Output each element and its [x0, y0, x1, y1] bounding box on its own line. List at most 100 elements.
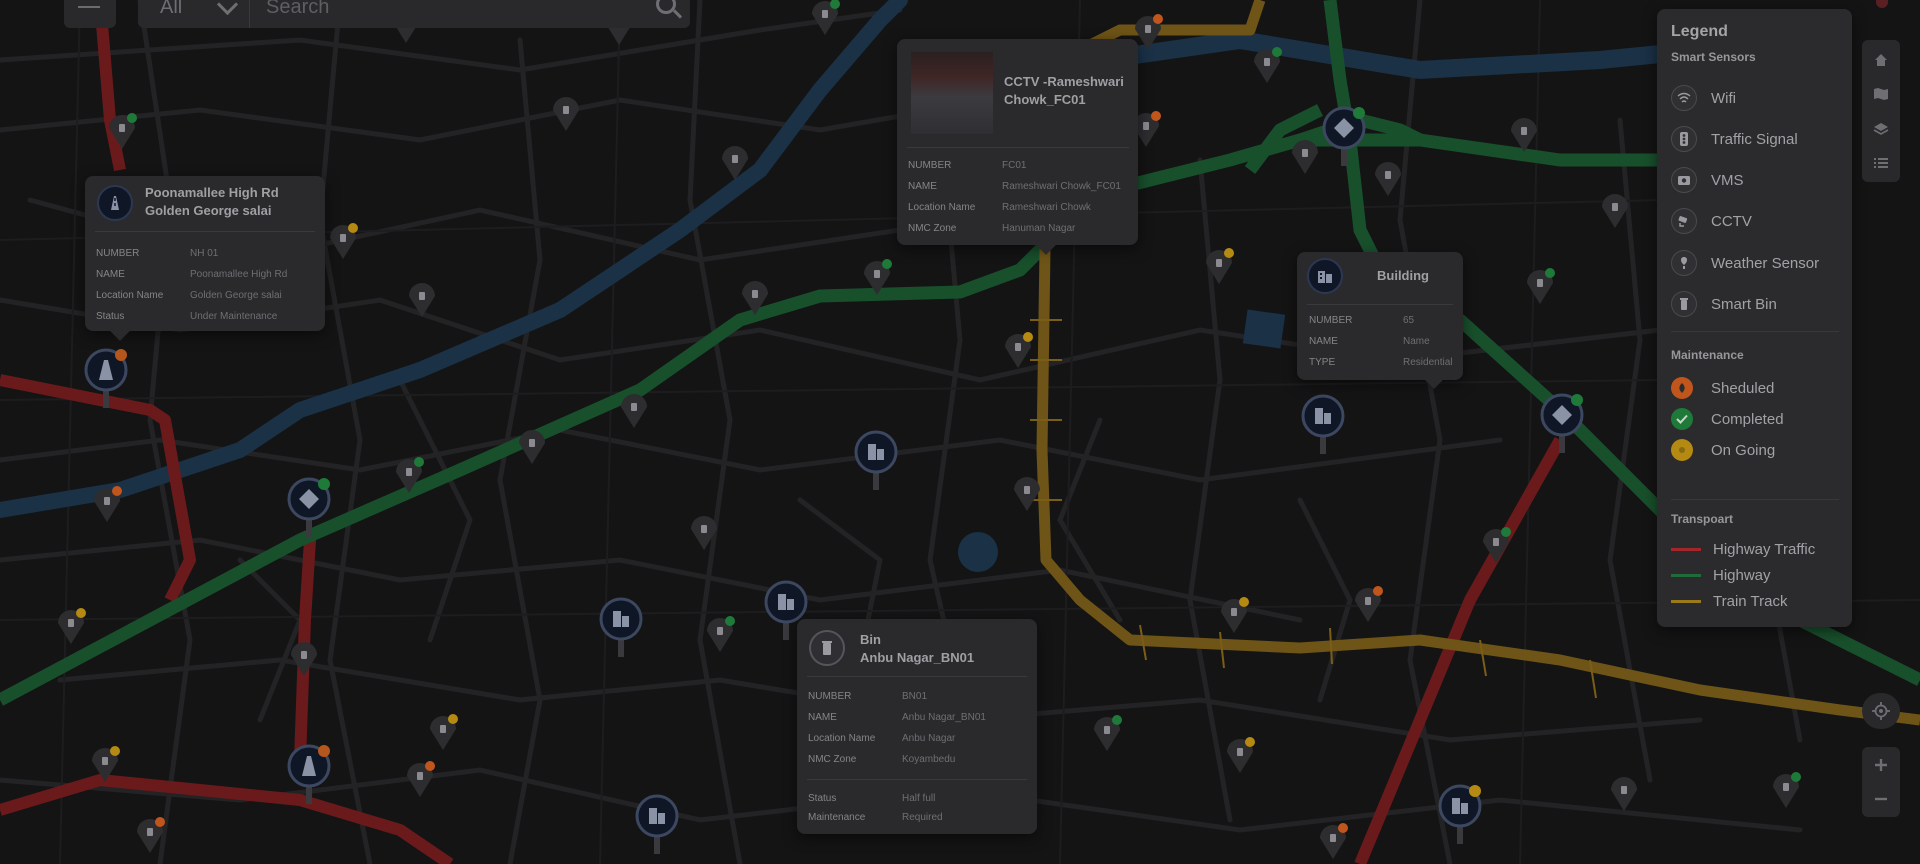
map-icon [1874, 88, 1888, 100]
smart-bin-icon [809, 630, 845, 666]
legend-item-ongoing[interactable]: On Going [1671, 439, 1775, 461]
map-legend: Legend Smart Sensors Wifi Traffic Signal… [1657, 9, 1852, 627]
scheduled-status-icon [1671, 377, 1693, 399]
highway-number-label: NUMBER [96, 248, 140, 259]
bin-status-value: Half full [902, 793, 936, 804]
bin-number-label: NUMBER [808, 691, 852, 702]
legend-item-vms[interactable]: VMS [1671, 167, 1744, 193]
highway-popup-title-line2: Golden George salai [145, 203, 272, 218]
bin-location-value: Anbu Nagar [902, 733, 956, 744]
building-number-value: 65 [1403, 315, 1415, 326]
highway-name-label: NAME [96, 269, 125, 280]
legend-scheduled-label: Sheduled [1711, 379, 1775, 397]
bin-popup: Bin Anbu Nagar_BN01 NUMBER BN01 NAME Anbu … [797, 619, 1037, 834]
zoom-out-button[interactable] [1862, 782, 1900, 816]
traffic-signal-icon [1671, 126, 1697, 152]
legend-smart-bin-label: Smart Bin [1711, 295, 1777, 313]
locate-me-button[interactable] [1862, 693, 1900, 729]
legend-item-scheduled[interactable]: Sheduled [1671, 377, 1774, 399]
legend-item-weather-sensor[interactable]: Weather Sensor [1671, 250, 1819, 276]
building-type-value: Residential [1403, 357, 1453, 368]
home-icon [1875, 54, 1887, 66]
legend-weather-sensor-label: Weather Sensor [1711, 254, 1820, 272]
map-toolbar [1862, 40, 1900, 182]
map-view-button[interactable] [1869, 82, 1893, 106]
cctv-popup-title-line1: CCTV -Rameshwari [1004, 74, 1124, 89]
layers-button[interactable] [1869, 117, 1893, 141]
building-popup-title: Building [1377, 268, 1429, 283]
bin-maintenance-value: Required [902, 812, 943, 823]
legend-completed-label: Completed [1711, 410, 1784, 428]
bin-popup-title-line2: Anbu Nagar_BN01 [860, 650, 975, 665]
cctv-icon [1671, 208, 1697, 234]
legend-vms-label: VMS [1711, 171, 1744, 189]
search-bar: All [138, 0, 690, 29]
cctv-number-label: NUMBER [908, 160, 952, 171]
legend-item-smart-bin[interactable]: Smart Bin [1671, 291, 1777, 317]
building-name-value: Name [1403, 336, 1430, 347]
bin-zone-label: NMC Zone [808, 754, 857, 765]
legend-item-completed[interactable]: Completed [1671, 408, 1784, 430]
zoom-controls [1862, 747, 1900, 817]
highway-location-label: Location Name [96, 290, 164, 301]
highway-name-value: Poonamallee High Rd [190, 269, 288, 280]
highway-status-label: Status [96, 311, 125, 322]
wifi-icon [1671, 85, 1697, 111]
search-icon[interactable] [656, 0, 676, 14]
legend-cctv-label: CCTV [1711, 212, 1752, 230]
cctv-location-value: Rameshwari Chowk [1002, 202, 1091, 213]
highway-popup-title-line1: Poonamallee High Rd [145, 185, 279, 200]
legend-item-traffic-signal[interactable]: Traffic Signal [1671, 126, 1798, 152]
cctv-zone-value: Hanuman Nagar [1002, 223, 1076, 234]
building-icon [1307, 258, 1343, 294]
highway-number-value: NH 01 [190, 248, 219, 259]
bin-location-label: Location Name [808, 733, 876, 744]
legend-item-cctv[interactable]: CCTV [1671, 208, 1752, 234]
cctv-zone-label: NMC Zone [908, 223, 957, 234]
bin-number-value: BN01 [902, 691, 928, 702]
building-type-label: TYPE [1309, 357, 1336, 368]
legend-train-track-label: Train Track [1713, 593, 1788, 610]
bin-maintenance-label: Maintenance [808, 812, 866, 823]
train-track-swatch [1671, 600, 1701, 603]
highway-location-value: Golden George salai [190, 290, 282, 301]
bin-zone-value: Koyambedu [902, 754, 956, 765]
cctv-name-value: Rameshwari Chowk_FC01 [1002, 181, 1121, 192]
bin-name-label: NAME [808, 712, 837, 723]
legend-maintenance-heading: Maintenance [1671, 348, 1744, 362]
highway-popup: Poonamallee High Rd Golden George salai … [85, 176, 325, 341]
weather-sensor-icon [1671, 250, 1697, 276]
zoom-in-button[interactable] [1862, 748, 1900, 782]
legend-item-train-track[interactable]: Train Track [1671, 593, 1787, 610]
cctv-popup-title-line2: Chowk_FC01 [1004, 92, 1086, 107]
home-button[interactable] [1869, 48, 1893, 72]
ongoing-status-icon [1671, 439, 1693, 461]
legend-title: Legend [1671, 23, 1728, 40]
plus-icon [1875, 759, 1887, 771]
building-popup: Building NUMBER 65 NAME Name TYPE Residenti… [1297, 252, 1463, 389]
chevron-down-icon [216, 0, 239, 15]
legend-item-wifi[interactable]: Wifi [1671, 85, 1736, 111]
list-icon [1874, 158, 1888, 168]
legend-wifi-label: Wifi [1711, 89, 1736, 107]
list-button[interactable] [1869, 151, 1893, 175]
cctv-popup: CCTV -Rameshwari Chowk_FC01 NUMBER FC01 N… [897, 39, 1138, 255]
search-filter-select[interactable]: All [138, 0, 250, 28]
search-input[interactable] [250, 0, 690, 29]
legend-transport-heading: Transpoart [1671, 512, 1734, 526]
highway-swatch [1671, 574, 1701, 577]
crosshair-icon [1862, 694, 1900, 728]
bin-name-value: Anbu Nagar_BN01 [902, 712, 986, 723]
cctv-name-label: NAME [908, 181, 937, 192]
highway-traffic-swatch [1671, 548, 1701, 551]
building-name-label: NAME [1309, 336, 1338, 347]
search-filter-value: All [160, 0, 183, 18]
cctv-camera-thumbnail [911, 52, 993, 134]
legend-item-highway-traffic[interactable]: Highway Traffic [1671, 541, 1815, 558]
menu-button[interactable] [64, 0, 116, 28]
cctv-number-value: FC01 [1002, 160, 1027, 171]
layers-icon [1873, 123, 1889, 135]
building-number-label: NUMBER [1309, 315, 1353, 326]
legend-smart-sensors-heading: Smart Sensors [1671, 50, 1756, 64]
legend-item-highway[interactable]: Highway [1671, 567, 1771, 584]
